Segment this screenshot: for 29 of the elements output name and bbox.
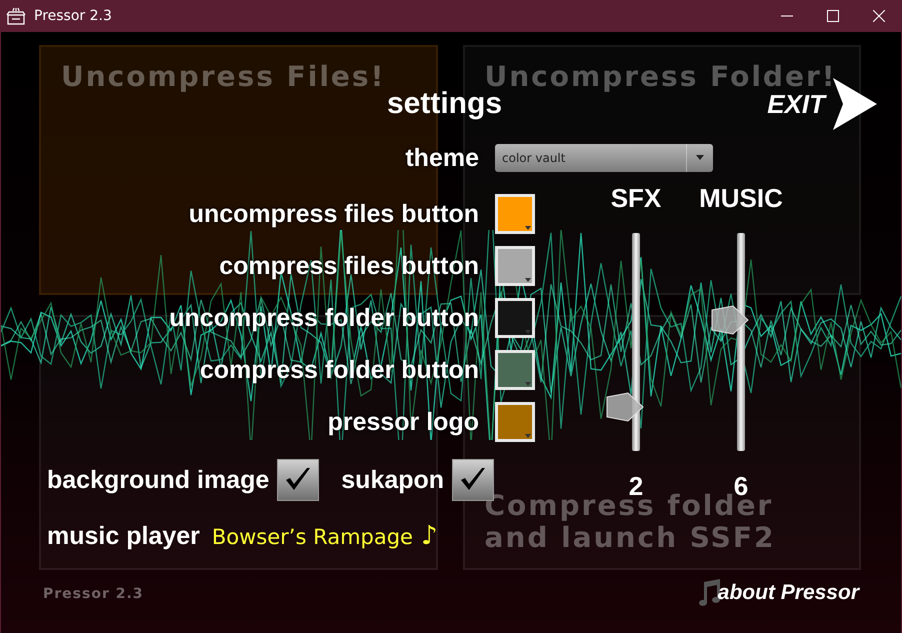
about-button[interactable]: about Pressor xyxy=(696,578,859,608)
maximize-icon xyxy=(827,10,839,22)
theme-label: theme xyxy=(405,144,479,172)
track-title[interactable]: Bowser’s Rampage ♪ xyxy=(212,521,438,551)
volume-label: MUSIC xyxy=(699,183,783,213)
panel-text: and launch SSF2 xyxy=(484,522,776,554)
toggle-label: background image xyxy=(47,466,270,494)
color-swatch[interactable] xyxy=(495,194,535,234)
color-swatch[interactable] xyxy=(495,298,535,338)
slider-thumb[interactable] xyxy=(606,392,644,422)
volume-label: SFX xyxy=(610,183,662,213)
version-caption: Pressor 2.3 xyxy=(43,586,144,602)
window-title: Pressor 2.3 xyxy=(34,8,113,24)
checkbox[interactable] xyxy=(277,459,320,501)
color-swatch[interactable] xyxy=(495,402,535,442)
close-icon xyxy=(873,10,885,22)
color-swatch[interactable] xyxy=(495,246,535,286)
music-player-label: music player xyxy=(47,522,200,550)
color-setting-label: compress files button xyxy=(219,252,479,280)
slider-track[interactable] xyxy=(737,233,745,451)
panel-text: Uncompress Files! xyxy=(61,61,386,94)
box-icon xyxy=(6,7,26,25)
theme-dropdown[interactable]: color vault xyxy=(495,144,713,172)
slider-thumb[interactable] xyxy=(711,305,749,336)
color-swatch[interactable] xyxy=(495,350,535,390)
volume-reading: 6 xyxy=(734,471,748,501)
slider-track[interactable] xyxy=(632,233,640,451)
toggle-label: sukapon xyxy=(341,466,444,494)
color-setting-label: uncompress files button xyxy=(188,200,479,228)
